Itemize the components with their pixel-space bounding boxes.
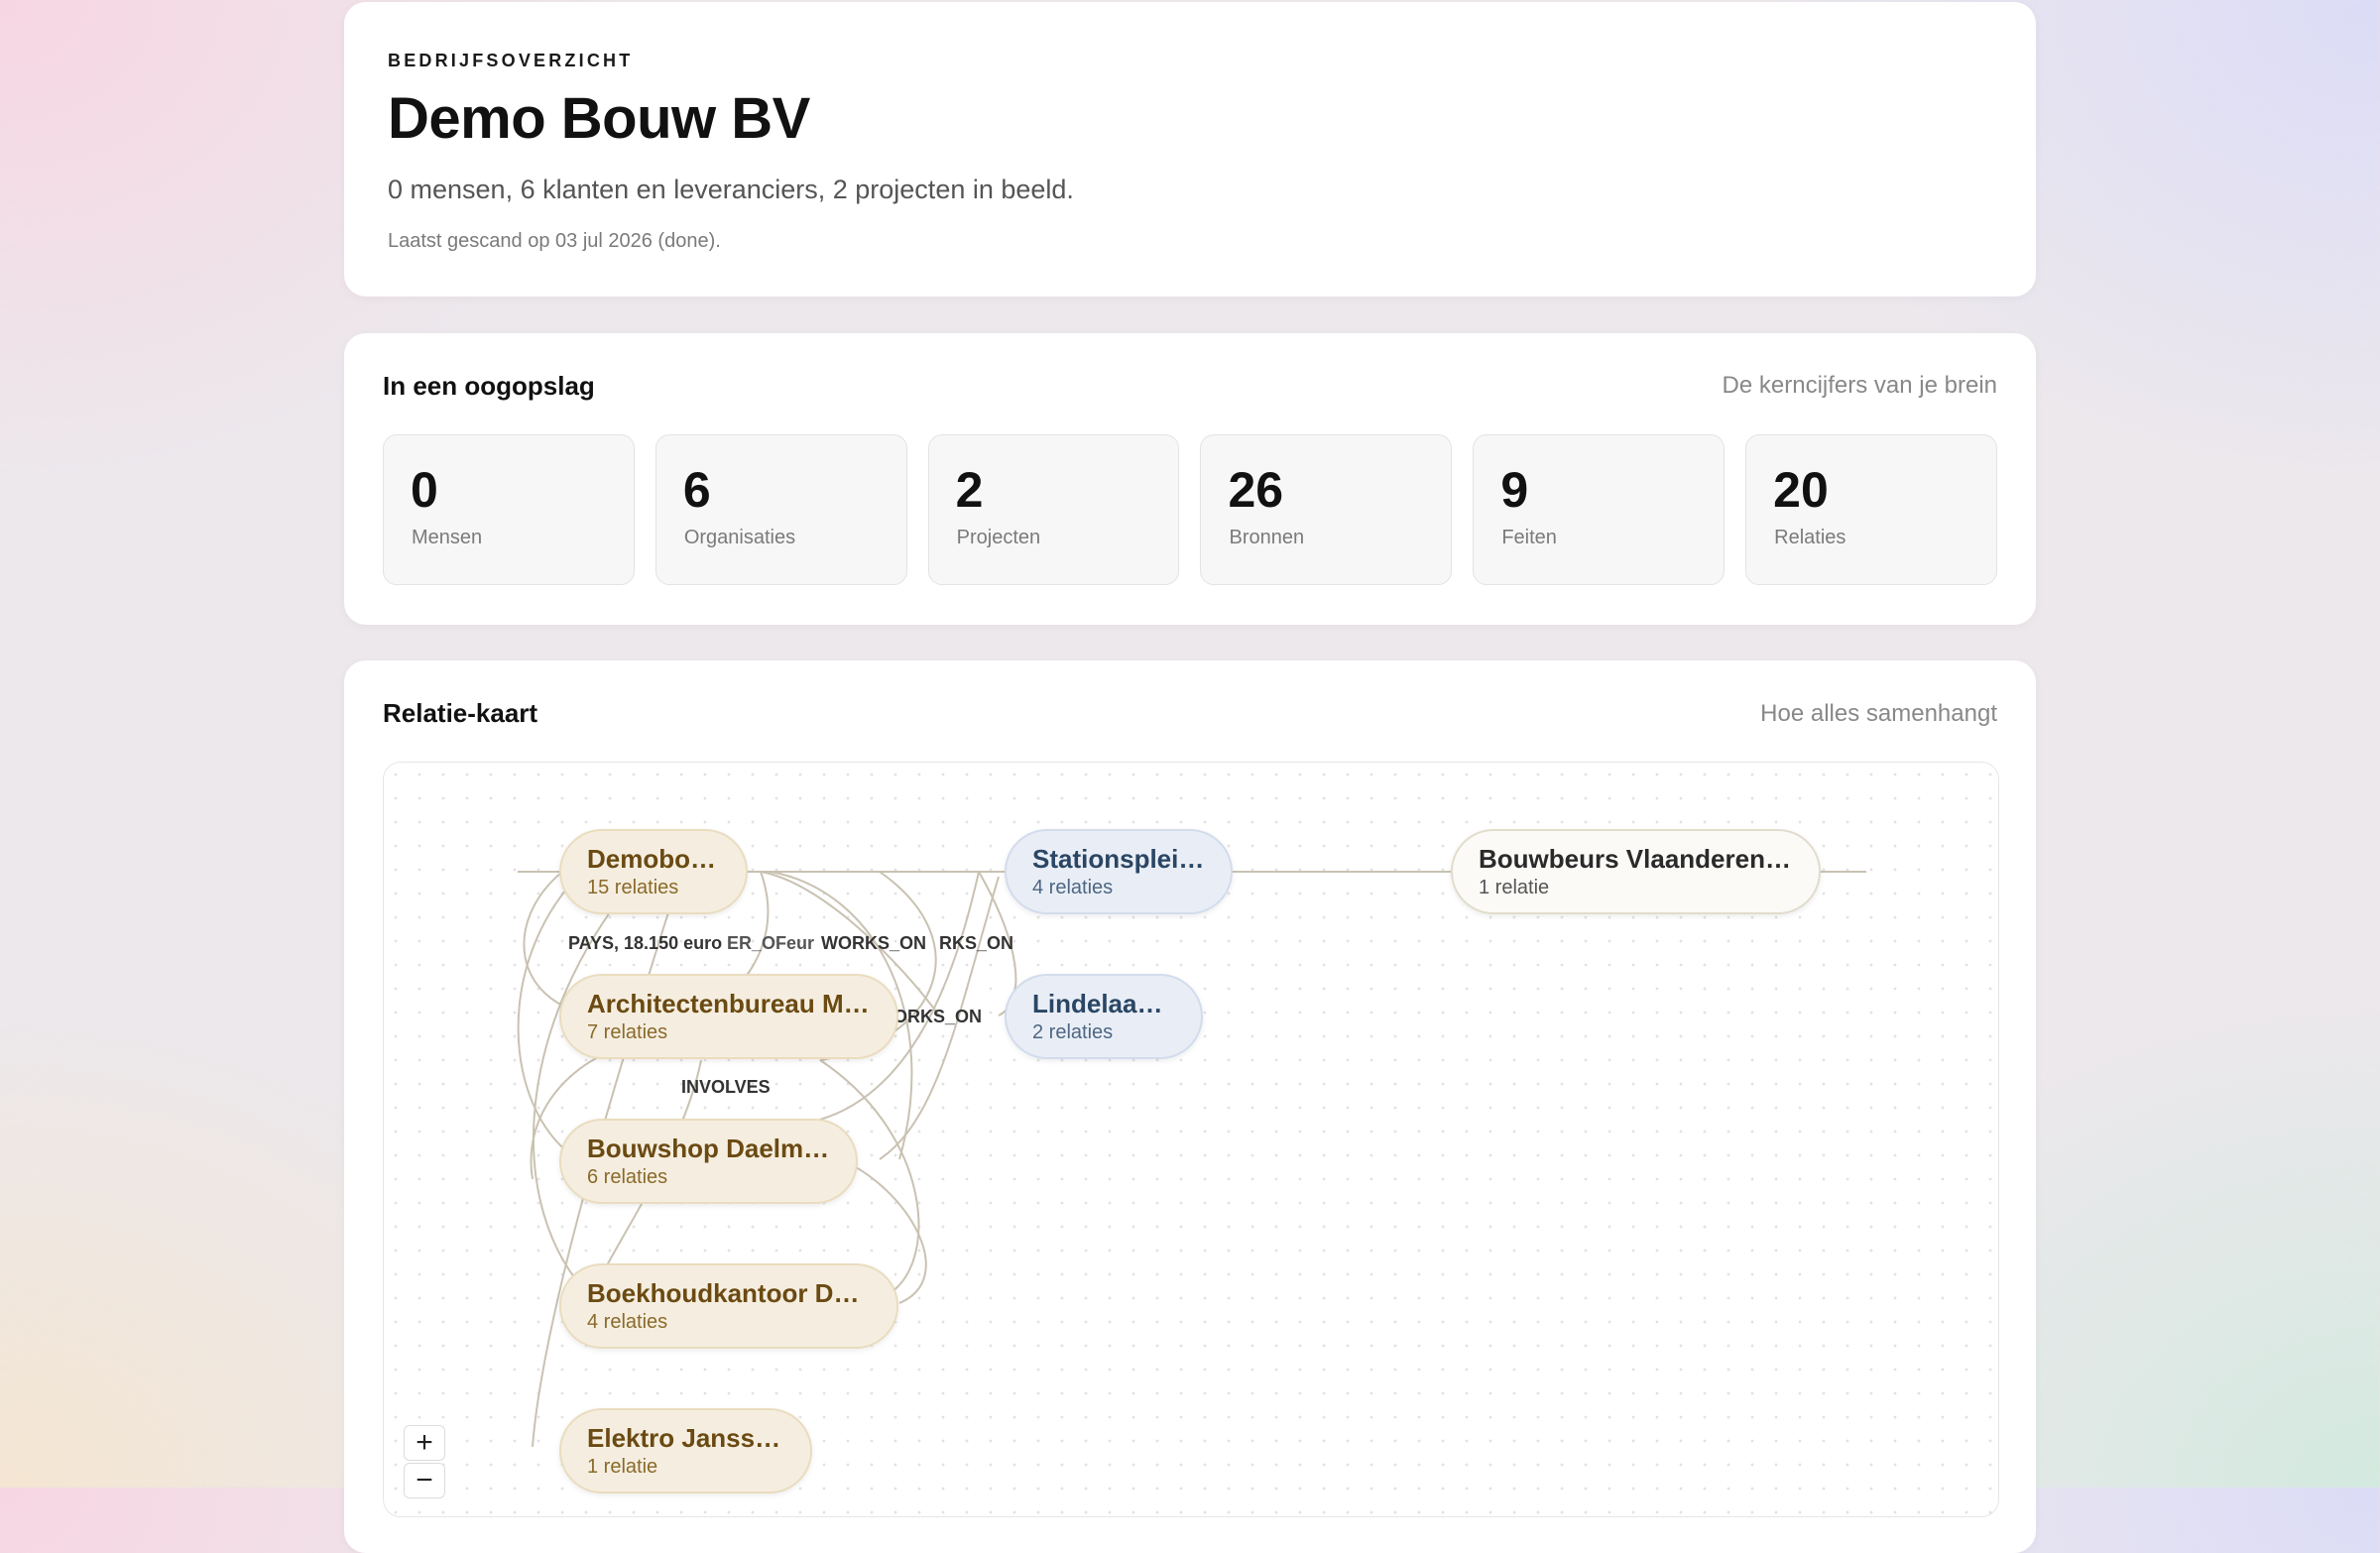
stat-value: 2 bbox=[955, 462, 984, 518]
zoom-in-button[interactable]: + bbox=[404, 1425, 445, 1461]
graph-node-bouwshop-daelmans[interactable]: Bouwshop Daelmans 6 relaties bbox=[559, 1119, 858, 1204]
node-name: Stationsplein 3 bbox=[1032, 844, 1205, 874]
stat-label: Feiten bbox=[1501, 527, 1557, 548]
node-relation-count: 1 relatie bbox=[1479, 877, 1550, 898]
edge-label-eur: eur bbox=[786, 933, 815, 953]
graph-node-demobouw[interactable]: Demobouw 15 relaties bbox=[559, 829, 748, 914]
stats-card: In een oogopslag De kerncijfers van je b… bbox=[344, 333, 2036, 625]
node-name: Bouwbeurs Vlaanderen ... bbox=[1479, 844, 1793, 874]
node-name: Boekhoudkantoor Devos bbox=[587, 1278, 871, 1308]
edge-label-pays: PAYS, 18.150 euro bbox=[568, 933, 723, 953]
stat-value: 6 bbox=[682, 462, 711, 518]
stat-facts: 9 Feiten bbox=[1473, 434, 1726, 585]
node-relation-count: 6 relaties bbox=[587, 1166, 668, 1188]
edge-label-works-on: WORKS_ON bbox=[821, 933, 927, 953]
graph-node-boekhoudkantoor-devos[interactable]: Boekhoudkantoor Devos 4 relaties bbox=[559, 1263, 898, 1349]
node-relation-count: 7 relaties bbox=[587, 1021, 668, 1043]
graph-node-stationsplein-3[interactable]: Stationsplein 3 4 relaties bbox=[1005, 829, 1233, 914]
edge-label-partner-of: ER_OF bbox=[727, 933, 787, 953]
company-overview-card: BEDRIJFSOVERZICHT Demo Bouw BV 0 mensen,… bbox=[344, 2, 2036, 297]
graph-node-elektro-janssens[interactable]: Elektro Janssens 1 relatie bbox=[559, 1408, 812, 1493]
graph-node-bouwbeurs-vlaanderen[interactable]: Bouwbeurs Vlaanderen ... 1 relatie bbox=[1451, 829, 1821, 914]
relation-graph-canvas[interactable]: PAYS, 18.150 euro ER_OF eur WORKS_ON RKS… bbox=[383, 762, 1999, 1517]
stat-label: Projecten bbox=[956, 527, 1041, 548]
stat-projects: 2 Projecten bbox=[927, 434, 1180, 585]
stat-organizations: 6 Organisaties bbox=[654, 434, 907, 585]
node-relation-count: 1 relatie bbox=[587, 1456, 658, 1478]
edge-label-involves: INVOLVES bbox=[681, 1077, 771, 1097]
stat-relations: 20 Relaties bbox=[1745, 434, 1997, 585]
last-scanned-text: Laatst gescand op 03 jul 2026 (done). bbox=[388, 230, 721, 252]
node-name: Demobouw bbox=[587, 844, 720, 874]
stat-label: Mensen bbox=[412, 527, 483, 548]
relation-map-title: Relatie-kaart bbox=[383, 698, 538, 728]
relation-map-hint: Hoe alles samenhangt bbox=[1760, 700, 1997, 727]
overview-eyebrow: BEDRIJFSOVERZICHT bbox=[388, 51, 634, 70]
graph-node-architectenbureau-maes[interactable]: Architectenbureau Maes 7 relaties bbox=[559, 974, 898, 1059]
stat-label: Relaties bbox=[1774, 527, 1846, 548]
graph-node-lindelaan-12[interactable]: Lindelaan 12 2 relaties bbox=[1005, 974, 1203, 1059]
node-name: Architectenbureau Maes bbox=[587, 989, 871, 1018]
overview-subtitle: 0 mensen, 6 klanten en leveranciers, 2 p… bbox=[388, 175, 1074, 204]
node-name: Lindelaan 12 bbox=[1032, 989, 1175, 1018]
relation-map-card: Relatie-kaart Hoe alles samenhangt PAYS,… bbox=[344, 660, 2036, 1553]
edge-label-works-on: RKS_ON bbox=[939, 933, 1014, 953]
node-name: Bouwshop Daelmans bbox=[587, 1134, 830, 1163]
node-name: Elektro Janssens bbox=[587, 1423, 784, 1453]
stat-label: Organisaties bbox=[683, 527, 796, 548]
stat-people: 0 Mensen bbox=[383, 434, 635, 585]
page-title: Demo Bouw BV bbox=[388, 86, 810, 151]
stats-title: In een oogopslag bbox=[383, 371, 595, 401]
node-relation-count: 4 relaties bbox=[1032, 877, 1114, 898]
stats-row: 0 Mensen 6 Organisaties 2 Projecten 26 B… bbox=[383, 434, 1997, 585]
stat-value: 26 bbox=[1228, 462, 1284, 518]
stat-value: 9 bbox=[1500, 462, 1529, 518]
stat-sources: 26 Bronnen bbox=[1200, 434, 1453, 585]
edge-label-works-on: ORKS_ON bbox=[893, 1007, 983, 1026]
node-relation-count: 4 relaties bbox=[587, 1311, 668, 1333]
stat-value: 20 bbox=[1773, 462, 1829, 518]
node-relation-count: 2 relaties bbox=[1032, 1021, 1114, 1043]
zoom-out-button[interactable]: − bbox=[404, 1463, 445, 1498]
stat-value: 0 bbox=[411, 462, 438, 518]
stats-hint: De kerncijfers van je brein bbox=[1722, 372, 1997, 399]
stat-label: Bronnen bbox=[1229, 527, 1305, 548]
node-relation-count: 15 relaties bbox=[587, 877, 679, 898]
